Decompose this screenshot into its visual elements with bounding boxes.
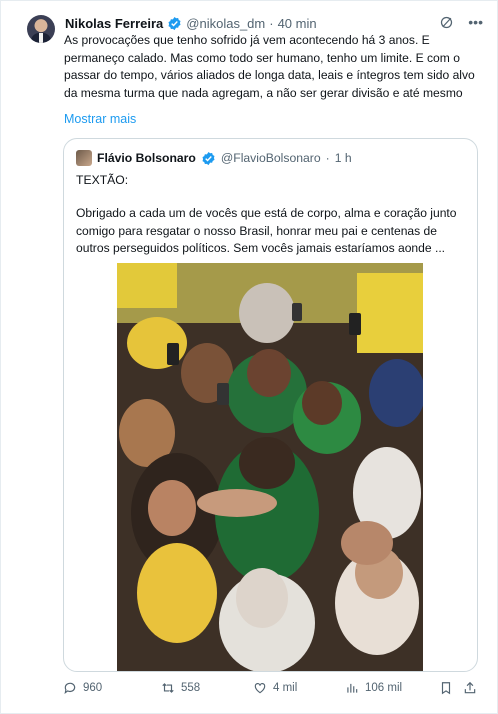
quoted-tweet[interactable]: Flávio Bolsonaro @FlavioBolsonaro · 1 h … (63, 138, 478, 672)
views-icon (347, 683, 358, 693)
top-actions: ••• (439, 13, 483, 31)
action-bar: 960 558 4 mil 106 mil (63, 681, 483, 699)
retweet-button[interactable]: 558 (161, 681, 200, 695)
grok-icon[interactable] (439, 15, 454, 30)
views-button[interactable]: 106 mil (345, 681, 402, 695)
show-more-link[interactable]: Mostrar mais (64, 112, 136, 126)
retweet-count: 558 (181, 682, 201, 694)
share-icon (464, 681, 476, 694)
quoted-text: Obrigado a cada um de vocês que está de … (76, 206, 457, 255)
like-button[interactable]: 4 mil (253, 681, 297, 695)
bookmark-button[interactable] (439, 681, 453, 695)
quoted-author-name[interactable]: Flávio Bolsonaro (97, 151, 196, 165)
quoted-handle[interactable]: @FlavioBolsonaro (221, 151, 321, 165)
bookmark-icon (441, 682, 451, 695)
quoted-header: Flávio Bolsonaro @FlavioBolsonaro · 1 h (76, 150, 352, 166)
tweet-text: As provocações que tenho sofrido já vem … (64, 33, 475, 100)
more-icon[interactable]: ••• (468, 13, 483, 31)
retweet-icon (162, 683, 174, 693)
crowd-photo[interactable] (117, 263, 423, 671)
reply-icon (64, 682, 76, 695)
like-icon (254, 683, 266, 694)
separator-dot: · (325, 151, 330, 165)
author-name[interactable]: Nikolas Ferreira (65, 16, 163, 31)
author-avatar[interactable] (27, 15, 55, 43)
verified-icon (168, 16, 181, 30)
separator-dot: · (269, 15, 274, 31)
views-count: 106 mil (365, 682, 403, 694)
quoted-avatar[interactable] (76, 150, 92, 166)
verified-icon (202, 151, 215, 165)
share-button[interactable] (463, 681, 477, 695)
author-handle[interactable]: @nikolas_dm (186, 16, 265, 31)
quoted-title: TEXTÃO: (76, 173, 129, 187)
tweet-time[interactable]: 40 min (278, 16, 317, 31)
like-count: 4 mil (273, 682, 298, 694)
reply-button[interactable]: 960 (63, 681, 102, 695)
quoted-time[interactable]: 1 h (335, 151, 352, 165)
tweet-card: Nikolas Ferreira @nikolas_dm · 40 min ••… (0, 0, 498, 714)
tweet-header: Nikolas Ferreira @nikolas_dm · 40 min (65, 13, 317, 33)
reply-count: 960 (83, 682, 103, 694)
